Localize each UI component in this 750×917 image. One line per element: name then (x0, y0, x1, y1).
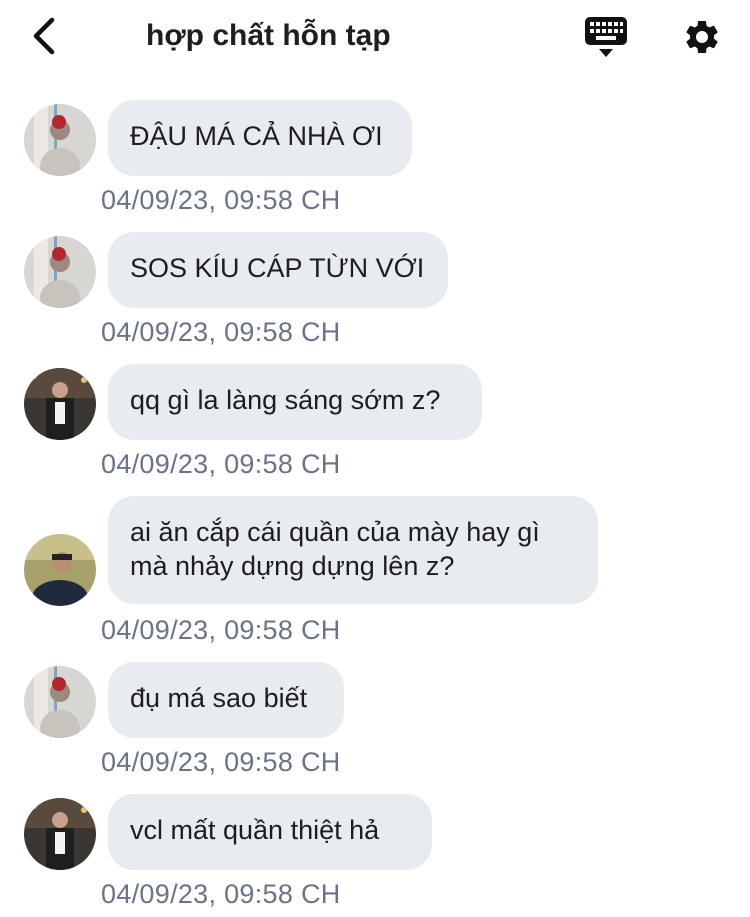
keyboard-button[interactable] (582, 14, 630, 60)
message-bubble[interactable]: vcl mất quần thiệt hả (108, 794, 432, 870)
avatar-user-a-icon (24, 666, 96, 738)
message-timestamp: 04/09/23, 09:58 CH (101, 185, 341, 215)
avatar[interactable] (24, 798, 96, 870)
chat-header: hợp chất hỗn tạp (0, 0, 750, 74)
message-text: mà nhảy dựng dựng lên z? (130, 551, 455, 581)
message-timestamp: 04/09/23, 09:58 CH (101, 449, 341, 479)
avatar[interactable] (24, 534, 96, 606)
message-bubble[interactable]: đụ má sao biết (108, 662, 344, 738)
avatar-user-c-icon (24, 534, 96, 606)
avatar[interactable] (24, 236, 96, 308)
avatar[interactable] (24, 368, 96, 440)
message-text: qq gì la làng sáng sớm z? (130, 385, 441, 415)
message-text: vcl mất quần thiệt hả (130, 815, 380, 845)
message-text: ĐẬU MÁ CẢ NHÀ ƠI (130, 121, 383, 151)
message-text: đụ má sao biết (130, 683, 308, 713)
message-bubble[interactable]: ai ăn cắp cái quần của mày hay gì mà nhả… (108, 496, 598, 604)
message-timestamp: 04/09/23, 09:58 CH (101, 879, 341, 909)
avatar[interactable] (24, 104, 96, 176)
chevron-left-icon (33, 17, 55, 55)
avatar-user-a-icon (24, 104, 96, 176)
keyboard-icon (585, 17, 627, 57)
back-button[interactable] (22, 12, 66, 60)
message-timestamp: 04/09/23, 09:58 CH (101, 615, 341, 645)
message-text: SOS KÍU CÁP TỪN VỚI (130, 253, 425, 283)
avatar[interactable] (24, 666, 96, 738)
message-bubble[interactable]: SOS KÍU CÁP TỪN VỚI (108, 232, 448, 308)
settings-button[interactable] (678, 13, 726, 61)
conversation-title: hợp chất hỗn tạp (146, 19, 391, 52)
avatar-user-a-icon (24, 236, 96, 308)
avatar-user-b-icon (24, 798, 96, 870)
message-text: ai ăn cắp cái quần của mày hay gì (130, 517, 540, 547)
message-bubble[interactable]: qq gì la làng sáng sớm z? (108, 364, 482, 440)
message-timestamp: 04/09/23, 09:58 CH (101, 317, 341, 347)
gear-icon (686, 20, 718, 53)
message-timestamp: 04/09/23, 09:58 CH (101, 747, 341, 777)
avatar-user-b-icon (24, 368, 96, 440)
message-bubble[interactable]: ĐẬU MÁ CẢ NHÀ ƠI (108, 100, 412, 176)
